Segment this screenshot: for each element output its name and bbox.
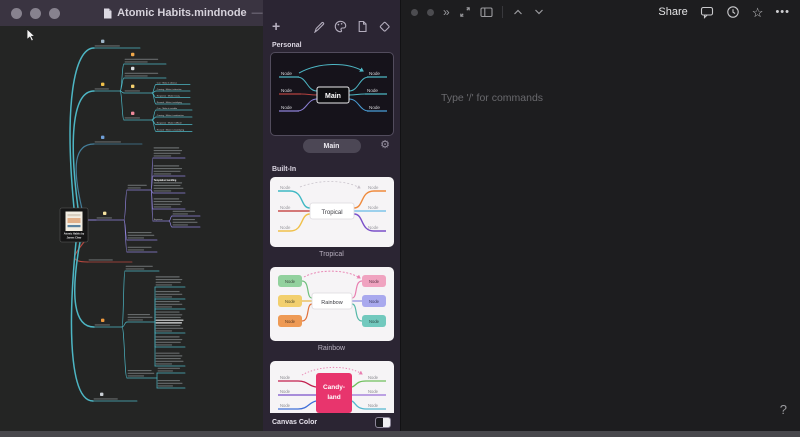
theme-card-tropical[interactable]: Node Node Node Node Node Node Tropical [269,177,394,247]
document-proxy-icon [104,8,112,18]
svg-text:Node: Node [367,88,378,93]
preview-center-rainbow: Rainbow [321,300,342,306]
canvas-color-swatch[interactable] [375,417,391,428]
tag-icon[interactable] [378,20,391,33]
window-bottom-edge [0,431,800,437]
svg-text:Cue · Make it invisible: Cue · Make it invisible [157,107,178,110]
svg-text:Node: Node [368,225,379,230]
theme-card-rainbow[interactable]: Node Node Node Node Node Node Rainbow [269,267,394,341]
theme-name-rainbow: Rainbow [317,345,346,352]
history-clock-icon[interactable] [726,5,740,19]
svg-text:Node: Node [368,389,379,394]
section-built-in: Built-In [272,166,297,173]
window-dot-icon [427,8,434,16]
canvas-color-label: Canvas Color [272,419,318,426]
svg-text:Node: Node [280,225,291,230]
svg-text:Response · Make it easy: Response · Make it easy [157,94,181,97]
svg-text:Reward · Make it unsatisfying: Reward · Make it unsatisfying [157,128,185,131]
svg-text:Node: Node [281,105,292,110]
svg-text:Node: Node [369,71,380,76]
zoom-window-button[interactable] [49,7,60,19]
notes-app-toolbar: » Share ☆ ••• [401,0,800,24]
svg-text:Node: Node [368,279,379,284]
help-button[interactable]: ? [780,402,787,417]
mindmap-document-canvas[interactable]: Cue · Make it obvious Craving · Make it a… [0,26,263,431]
theme-card-candyland[interactable]: Node Node Node Node Node Node Candy- lan… [269,361,394,413]
editor-placeholder[interactable]: Type '/' for commands [441,92,543,104]
double-chevron-icon[interactable]: » [443,6,450,18]
add-node-button[interactable]: + [272,19,280,33]
chevron-up-icon[interactable] [512,7,524,17]
comments-icon[interactable] [700,6,714,19]
section-personal: Personal [272,42,302,49]
svg-text:Node: Node [368,205,379,210]
notes-app-window: » Share ☆ ••• Type '/' for commands ? [400,0,800,431]
svg-text:Exposure: Exposure [154,218,164,221]
svg-text:Node: Node [284,319,295,324]
mindmap-canvas[interactable]: Cue · Make it obvious Craving · Make it a… [0,26,263,431]
preview-center-candy-line1: Candy- [322,384,344,391]
preview-node-label: Node [281,71,292,76]
svg-text:Node: Node [284,299,295,304]
panel-toolbar: + [263,0,400,40]
window-dot-icon [411,8,418,16]
expand-diagonal-icon[interactable] [459,6,471,18]
star-icon[interactable]: ☆ [752,6,764,19]
themes-panel: + Personal Node Node Node Node Node Node… [263,0,400,431]
svg-text:Node: Node [280,389,291,394]
svg-text:James Clear: James Clear [67,237,82,240]
svg-text:Node: Node [368,319,379,324]
svg-text:Node: Node [284,279,295,284]
svg-text:Node: Node [280,403,291,408]
more-options-icon[interactable]: ••• [775,6,790,18]
svg-text:Node: Node [368,299,379,304]
toolbar-divider [501,6,503,18]
svg-text:Atomic Habits by: Atomic Habits by [64,233,85,236]
minimize-window-button[interactable] [30,7,41,19]
preview-center-tropical: Tropical [321,210,342,216]
svg-text:Node: Node [280,185,291,190]
svg-text:Reward · Make it satisfying: Reward · Make it satisfying [157,101,183,104]
svg-text:Node: Node [368,185,379,190]
svg-text:Node: Node [281,88,292,93]
close-window-button[interactable] [11,7,22,19]
svg-text:Node: Node [280,375,291,380]
share-button[interactable]: Share [658,6,687,18]
svg-text:Node: Node [280,205,291,210]
mouse-cursor [26,28,36,42]
preview-center-candy-line2: land [327,394,340,401]
canvas-color-row: Canvas Color [263,414,400,431]
svg-text:Node: Node [368,403,379,408]
sidebar-toggle-icon[interactable] [480,6,493,18]
document-settings-icon[interactable] [356,20,369,33]
svg-text:Response · Make it difficult: Response · Make it difficult [157,121,182,124]
format-pen-icon[interactable] [312,20,325,33]
preview-center-main: Main [325,93,341,100]
svg-text:Craving · Make it attractive: Craving · Make it attractive [157,88,183,91]
theme-name-tropical: Tropical [319,251,344,258]
chevron-down-icon[interactable] [533,7,545,17]
svg-text:Craving · Make it unattractive: Craving · Make it unattractive [157,114,185,117]
svg-text:Node: Node [369,105,380,110]
theme-main-pill[interactable]: Main [302,139,361,153]
svg-text:Node: Node [368,375,379,380]
theme-card-main[interactable]: Node Node Node Node Node Node Main [269,52,394,136]
svg-text:Temptation bundling: Temptation bundling [154,179,177,182]
svg-text:Cue · Make it obvious: Cue · Make it obvious [157,81,177,84]
theme-gear-icon[interactable]: ⚙ [380,140,390,151]
document-title: Atomic Habits.mindnode [117,7,247,19]
themes-palette-icon[interactable] [334,20,347,33]
